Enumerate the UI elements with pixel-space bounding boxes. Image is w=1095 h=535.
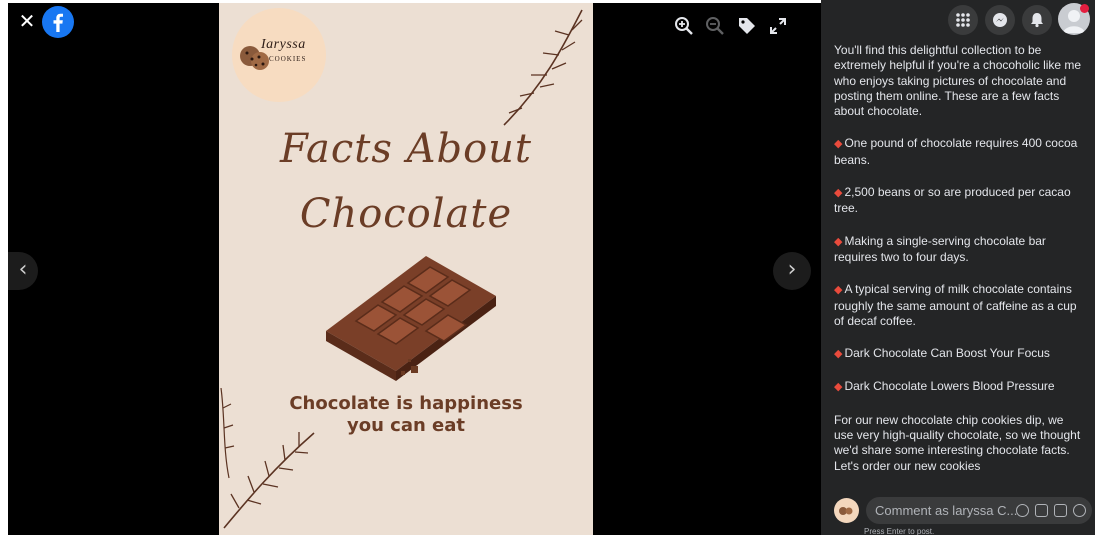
fact-item: ◆ One pound of chocolate requires 400 coc… xyxy=(834,136,1078,167)
notification-badge xyxy=(1080,4,1089,13)
chocolate-emoji-icon: ◆ xyxy=(834,235,843,248)
post-side-panel: You'll find this delightful collection t… xyxy=(821,0,1095,535)
gif-icon[interactable] xyxy=(1054,504,1067,517)
brand-subtitle: COOKIES xyxy=(269,55,307,63)
chocolate-emoji-icon: ◆ xyxy=(834,348,843,361)
post-hint: Press Enter to post. xyxy=(864,527,935,535)
emoji-icon[interactable] xyxy=(1016,504,1029,517)
fact-item: ◆ Dark Chocolate Lowers Blood Pressure xyxy=(834,379,1055,394)
post-photo: Iaryssa COOKIES Facts About Chocolate Ch… xyxy=(219,3,593,535)
fullscreen-icon[interactable] xyxy=(767,15,789,37)
sticker-icon[interactable] xyxy=(1073,504,1086,517)
comment-tools xyxy=(1016,497,1086,524)
chocolate-emoji-icon: ◆ xyxy=(834,284,843,297)
chocolate-emoji-icon: ◆ xyxy=(834,381,843,394)
tagline-line-2: you can eat xyxy=(346,415,466,436)
leaf-branch-decoration xyxy=(503,9,583,126)
previous-photo-button[interactable]: ‹ xyxy=(8,252,38,290)
notifications-icon[interactable] xyxy=(1022,5,1052,35)
post-intro: You'll find this delightful collection t… xyxy=(834,43,1082,119)
commenter-avatar xyxy=(834,498,859,523)
zoom-out-icon[interactable] xyxy=(704,15,726,37)
headline-line-2: Chocolate xyxy=(299,191,513,237)
camera-icon[interactable] xyxy=(1035,504,1048,517)
zoom-in-icon[interactable] xyxy=(673,15,695,37)
chocolate-emoji-icon: ◆ xyxy=(834,187,843,200)
comment-composer: Comment as laryssa C... xyxy=(834,497,1092,525)
facebook-logo[interactable] xyxy=(42,6,74,38)
photo-viewer: ✕ ‹ › Iaryssa COOKIES Facts About Chocol… xyxy=(8,3,821,535)
chocolate-emoji-icon: ◆ xyxy=(834,138,843,151)
next-photo-button[interactable]: › xyxy=(773,252,811,290)
close-icon[interactable]: ✕ xyxy=(18,11,36,33)
headline-line-1: Facts About xyxy=(279,126,532,172)
closing-text: For our new chocolate chip cookies dip, … xyxy=(834,412,1081,473)
fact-item: ◆ 2,500 beans or so are produced per caca… xyxy=(834,185,1071,216)
fact-item: ◆ Dark Chocolate Can Boost Your Focus xyxy=(834,346,1050,361)
fact-item: ◆ Making a single-serving chocolate bar r… xyxy=(834,233,1046,264)
chocolate-bar-illustration xyxy=(326,256,496,381)
messenger-icon[interactable] xyxy=(985,5,1015,35)
post-caption: You'll find this delightful collection t… xyxy=(834,43,1084,474)
comment-input[interactable]: Comment as laryssa C... xyxy=(866,497,1092,524)
brand-name: Iaryssa xyxy=(261,37,306,52)
tag-icon[interactable] xyxy=(736,15,758,37)
fact-item: ◆ A typical serving of milk chocolate con… xyxy=(834,282,1077,328)
tagline: Chocolate is happiness you can eat xyxy=(219,393,593,437)
menu-grid-icon[interactable] xyxy=(948,5,978,35)
comment-placeholder: Comment as laryssa C... xyxy=(875,503,1018,518)
tagline-line-1: Chocolate is happiness xyxy=(289,393,523,414)
